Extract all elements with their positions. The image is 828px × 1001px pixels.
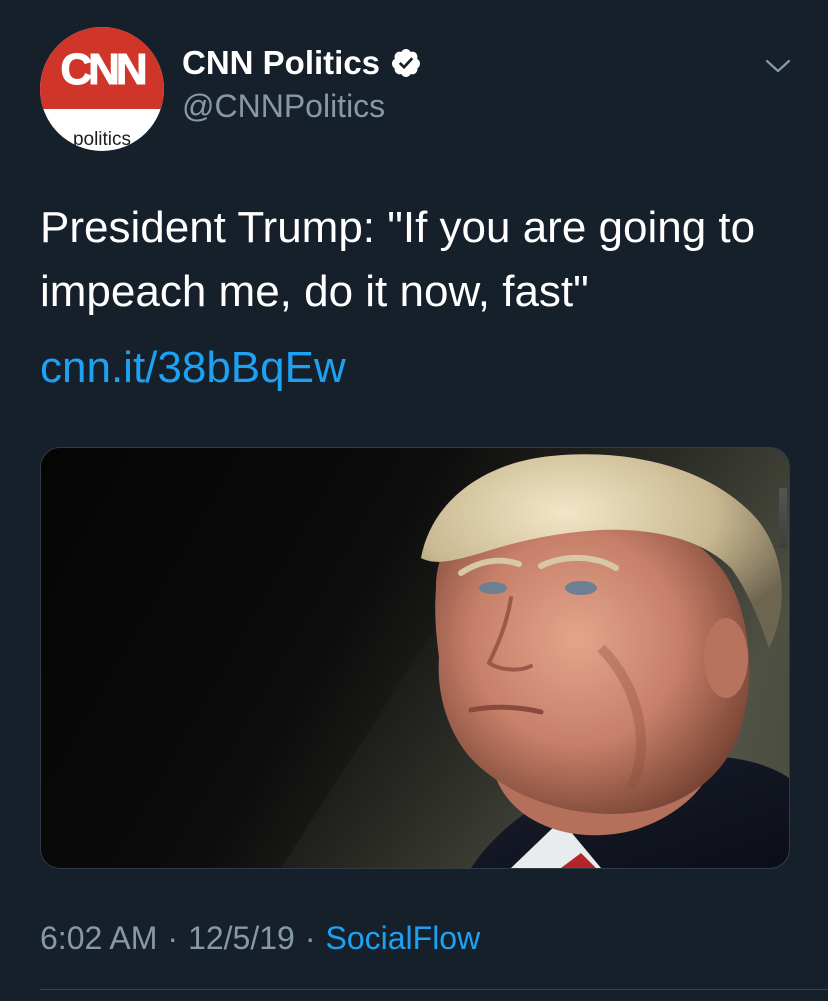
tweet-text: President Trump: "If you are going to im… — [40, 203, 756, 316]
account-handle[interactable]: @CNNPolitics — [182, 88, 385, 125]
chevron-down-icon[interactable] — [764, 56, 792, 76]
display-name[interactable]: CNN Politics — [182, 44, 422, 82]
tweet-time[interactable]: 6:02 AM — [40, 920, 157, 957]
verified-badge-icon — [392, 49, 421, 77]
tweet-source[interactable]: SocialFlow — [325, 920, 480, 957]
tweet-link[interactable]: cnn.it/38bBqEw — [40, 338, 346, 398]
meta-separator: · — [304, 920, 316, 956]
cnn-logo: CNN — [60, 45, 148, 95]
portrait-photo — [281, 448, 789, 868]
meta-separator: · — [167, 920, 179, 956]
avatar-politics-label: politics — [72, 129, 132, 150]
photo-credit-watermark — [779, 488, 787, 548]
tweet-date[interactable]: 12/5/19 — [188, 920, 295, 957]
divider — [40, 989, 828, 990]
display-name-text: CNN Politics — [182, 44, 381, 81]
avatar[interactable]: CNN politics — [40, 27, 164, 151]
tweet: CNN politics CNN Politics @CNNPolitics P… — [0, 0, 828, 1001]
tweet-meta: 6:02 AM · 12/5/19 · SocialFlow — [40, 920, 480, 957]
tweet-media[interactable] — [40, 447, 790, 869]
